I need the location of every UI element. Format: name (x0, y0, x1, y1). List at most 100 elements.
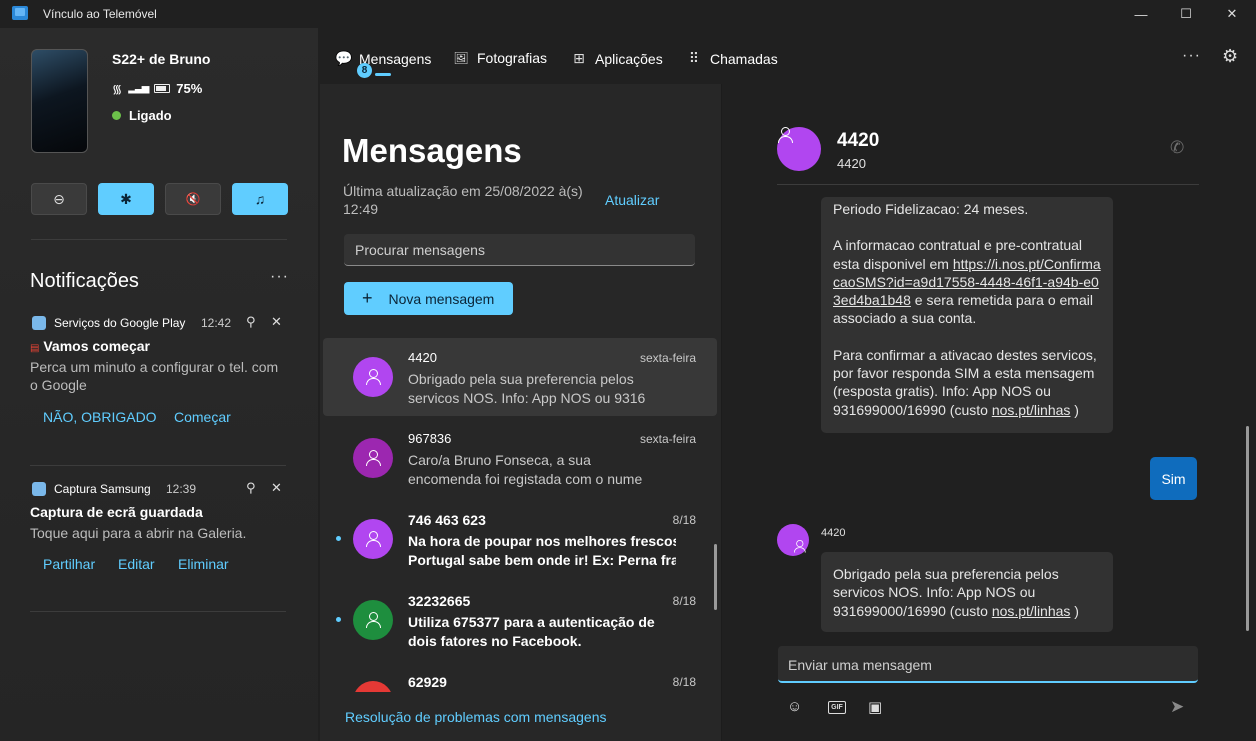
list-item[interactable]: 32232665 8/18 Utiliza 675377 para a aute… (323, 581, 717, 659)
connected-dot-icon (112, 111, 121, 120)
avatar (777, 524, 809, 556)
pin-icon[interactable]: ⚲ (246, 314, 256, 330)
search-input[interactable]: Procurar mensagens (344, 234, 695, 266)
tab-messages[interactable]: 💬 8 Mensagens (335, 50, 431, 78)
minimize-button[interactable]: — (1118, 0, 1164, 28)
notification-body: Toque aqui para a abrir na Galeria. (30, 525, 247, 541)
media-player-button[interactable]: ♫ (232, 183, 288, 215)
tab-calls[interactable]: ⠿ Chamadas (686, 50, 778, 67)
person-icon (365, 612, 381, 628)
avatar (353, 600, 393, 640)
title-bar: Vínculo ao Telemóvel — ☐ ✕ (0, 0, 1256, 28)
send-icon[interactable]: ➤ (1170, 697, 1184, 717)
conversation-name: 967836 (408, 431, 452, 446)
app-logo-icon (12, 6, 28, 20)
new-message-button[interactable]: + Nova mensagem (344, 282, 513, 315)
message-input[interactable]: Enviar uma mensagem (778, 646, 1198, 683)
image-icon[interactable]: ▣ (868, 698, 882, 716)
notification-heading-text: Vamos começar (43, 338, 150, 354)
delete-button[interactable]: Eliminar (178, 556, 229, 572)
conversation-pane: 4420 4420 ✆ Periodo Fidelizacao: 24 mese… (723, 84, 1256, 741)
decline-button[interactable]: NÃO, OBRIGADO (43, 409, 157, 425)
plus-icon: + (362, 288, 373, 308)
messages-list-pane: Mensagens Última atualização em 25/08/20… (320, 84, 722, 741)
notification-heading: ▤ Vamos começar (30, 338, 150, 354)
scrollbar[interactable] (1246, 426, 1249, 631)
notification-app-name: Captura Samsung (54, 482, 151, 496)
tab-label: Aplicações (595, 50, 663, 67)
conversation-name: 32232665 (408, 593, 471, 609)
message-text: ) (1070, 401, 1079, 418)
mute-audio-button[interactable]: 🔇 (165, 183, 221, 215)
share-button[interactable]: Partilhar (43, 556, 95, 572)
music-note-icon: ♫ (254, 191, 266, 207)
notification-time: 12:42 (201, 316, 232, 330)
notifications-title: Notificações (30, 270, 139, 292)
start-button[interactable]: Começar (174, 409, 231, 425)
emoji-icon[interactable]: ☺ (787, 698, 802, 715)
photos-icon: 🖼 (453, 51, 469, 65)
preview-line: dois fatores no Facebook. (408, 633, 582, 649)
conversation-date: 8/18 (672, 675, 696, 689)
battery-level: 75% (176, 81, 203, 96)
list-item[interactable]: 967836 sexta-feira Caro/a Bruno Fonseca,… (323, 419, 717, 497)
preview-line: Utiliza 675377 para a autenticação de (408, 614, 655, 630)
contact-name: 4420 (837, 130, 880, 151)
dismiss-icon[interactable]: ✕ (271, 314, 282, 330)
page-title: Mensagens (342, 132, 522, 169)
active-tab-indicator (375, 73, 391, 76)
dismiss-icon[interactable]: ✕ (271, 480, 282, 496)
preview-line: Na hora de poupar nos melhores frescos (408, 533, 676, 549)
conversation-preview: Obrigado pela sua preferencia pelos servi… (408, 370, 676, 408)
gif-icon[interactable]: GIF (828, 701, 846, 714)
conversation-date: sexta-feira (639, 351, 696, 365)
divider (30, 465, 286, 466)
troubleshoot-link[interactable]: Resolução de problemas com mensagens (345, 709, 606, 725)
do-not-disturb-button[interactable]: ⊖ (31, 183, 87, 215)
message-paragraph: Para confirmar a ativacao destes servico… (833, 346, 1101, 419)
nos-link[interactable]: nos.pt/linhas (992, 603, 1071, 619)
settings-gear-icon[interactable]: ⚙ (1222, 46, 1238, 67)
chat-icon: 💬 (335, 50, 353, 66)
battery-icon (154, 84, 171, 93)
google-colors-icon: ▤ (30, 343, 40, 354)
unread-dot-icon (336, 536, 341, 541)
refresh-link[interactable]: Atualizar (605, 192, 659, 208)
samsung-capture-icon (32, 482, 46, 496)
list-item[interactable]: 746 463 623 8/18 Na hora de poupar nos m… (323, 500, 717, 578)
google-play-services-icon (32, 316, 46, 330)
close-button[interactable]: ✕ (1209, 0, 1255, 28)
maximize-button[interactable]: ☐ (1163, 0, 1209, 28)
sender-name: 4420 (821, 527, 846, 539)
divider (777, 184, 1199, 185)
notification-card[interactable]: Captura Samsung 12:39 ⚲ ✕ Captura de ecr… (30, 480, 290, 581)
contact-number: 4420 (837, 156, 866, 171)
conversation-list: 4420 sexta-feira Obrigado pela sua prefe… (320, 338, 722, 692)
more-options-button[interactable]: ··· (1182, 47, 1201, 65)
bluetooth-icon: ✱ (120, 190, 132, 207)
phone-call-icon[interactable]: ✆ (1170, 138, 1184, 158)
tab-photos[interactable]: 🖼 Fotografias (453, 50, 547, 66)
new-message-label: Nova mensagem (388, 290, 495, 307)
list-item[interactable]: 4420 sexta-feira Obrigado pela sua prefe… (323, 338, 717, 416)
conversation-name: 4420 (408, 350, 437, 365)
conversation-preview: Caro/a Bruno Fonseca, a sua encomenda foi… (408, 451, 676, 489)
dialpad-icon: ⠿ (688, 50, 700, 66)
avatar (777, 127, 821, 171)
nos-link[interactable]: nos.pt/linhas (992, 402, 1071, 418)
tab-apps[interactable]: ⊞ Aplicações (571, 50, 663, 67)
scrollbar[interactable] (714, 544, 717, 610)
notification-card[interactable]: Serviços do Google Play 12:42 ⚲ ✕ ▤ Vamo… (30, 314, 290, 425)
notifications-more-button[interactable]: ··· (270, 268, 289, 286)
bluetooth-button[interactable]: ✱ (98, 183, 154, 215)
edit-button[interactable]: Editar (118, 556, 155, 572)
person-icon (365, 531, 381, 547)
phone-wallpaper-image[interactable] (31, 49, 88, 153)
preview-line: encomenda foi registada com o nume (408, 471, 643, 487)
pin-icon[interactable]: ⚲ (246, 480, 256, 496)
avatar (353, 681, 393, 692)
conversation-date: 8/18 (672, 513, 696, 527)
divider (31, 239, 287, 240)
conversation-name: 62929 (408, 674, 447, 690)
list-item[interactable]: 62929 8/18 (323, 662, 717, 692)
